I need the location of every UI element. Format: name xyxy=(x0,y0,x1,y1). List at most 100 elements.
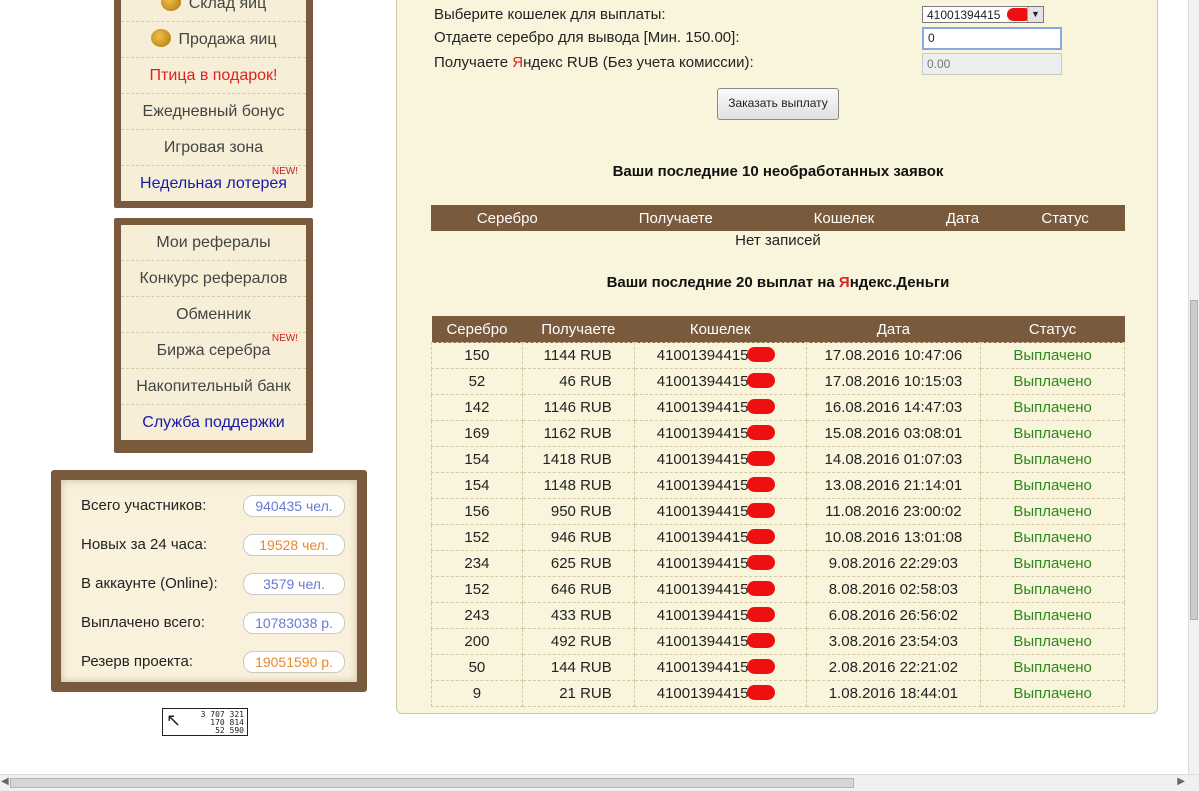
date-cell: 8.08.2016 02:58:03 xyxy=(805,576,982,603)
main-menu: Склад яиц Продажа яиц Птица в подарок! Ежед… xyxy=(114,0,313,208)
column-header: Получаете xyxy=(583,205,769,231)
menu-item[interactable]: Биржа серебра NEW! xyxy=(121,333,306,369)
menu-item-label: Обменник xyxy=(176,306,251,323)
yandex-letter: Я xyxy=(512,54,524,71)
rub-cell: 144 RUB xyxy=(521,654,635,681)
wallet-cell: 41001394415 xyxy=(633,394,807,421)
visitor-counter[interactable]: ↖ 3 707 321 170 814 52 590 xyxy=(162,708,248,736)
menu-item[interactable]: Ежедневный бонус xyxy=(121,94,306,130)
stat-label: Всего участников: xyxy=(81,497,207,514)
silver-cell: 9 xyxy=(431,680,523,707)
column-header: Статус xyxy=(1005,205,1125,231)
date-cell: 2.08.2016 22:21:02 xyxy=(805,654,982,681)
table-row: 154 1418 RUB 41001394415 14.08.2016 01:07:0… xyxy=(431,446,1125,473)
payouts-table: Серебро Получаете Кошелек Дата Статус 150 114… xyxy=(431,316,1125,707)
date-cell: 6.08.2016 26:56:02 xyxy=(805,602,982,629)
table-row: 200 492 RUB 41001394415 3.08.2016 23:54:03 В… xyxy=(431,628,1125,655)
redaction-mark xyxy=(746,685,775,700)
receive-amount-field: 0.00 xyxy=(922,53,1062,75)
horizontal-scroll-thumb[interactable] xyxy=(10,778,854,788)
column-header: Серебро xyxy=(431,316,523,343)
scroll-left-icon[interactable]: ◀ xyxy=(1,776,9,787)
redaction-mark xyxy=(746,503,775,518)
menu-item[interactable]: Птица в подарок! xyxy=(121,58,306,94)
menu-item-label: Игровая зона xyxy=(163,139,264,156)
stat-label: Новых за 24 часа: xyxy=(81,536,207,553)
wallet-number: 41001394415 xyxy=(656,399,749,416)
coins-icon xyxy=(150,29,171,47)
menu-item[interactable]: Накопительный банк xyxy=(121,369,306,405)
status-cell: Выплачено xyxy=(980,420,1125,447)
rub-cell: 492 RUB xyxy=(521,628,635,655)
redaction-mark xyxy=(746,633,775,648)
status-cell: Выплачено xyxy=(980,576,1125,603)
counter-values: 3 707 321 170 814 52 590 xyxy=(201,711,244,735)
redaction-mark xyxy=(746,425,775,440)
rub-cell: 1146 RUB xyxy=(521,394,635,421)
column-header: Серебро xyxy=(431,205,584,231)
basket-icon xyxy=(160,0,181,11)
silver-cell: 150 xyxy=(431,342,523,369)
stat-row: Резерв проекта: 19051590 р. xyxy=(81,642,345,681)
vertical-scroll-thumb[interactable] xyxy=(1190,300,1198,620)
menu-item[interactable]: Недельная лотерея NEW! xyxy=(121,166,306,201)
menu-item[interactable]: Склад яиц xyxy=(121,0,306,22)
referral-menu-list: Мои рефералы Конкурс рефералов Обменник Бир… xyxy=(121,225,306,440)
vertical-scrollbar[interactable] xyxy=(1188,0,1199,775)
silver-label: Отдаете серебро для вывода [Мин. 150.00]… xyxy=(434,29,740,46)
table-row: 152 946 RUB 41001394415 10.08.2016 13:01:08… xyxy=(431,524,1125,551)
wallet-select[interactable]: 41001394415 ▼ xyxy=(922,6,1044,23)
horizontal-scrollbar[interactable]: ◀ ▶ xyxy=(0,774,1199,791)
column-header: Кошелек xyxy=(768,205,920,231)
column-header: Статус xyxy=(980,316,1125,343)
wallet-cell: 41001394415 xyxy=(633,602,807,629)
status-cell: Выплачено xyxy=(980,498,1125,525)
referral-menu: Мои рефералы Конкурс рефералов Обменник Бир… xyxy=(114,218,313,453)
table-row: 243 433 RUB 41001394415 6.08.2016 26:56:02 В… xyxy=(431,602,1125,629)
date-cell: 3.08.2016 23:54:03 xyxy=(805,628,982,655)
date-cell: 11.08.2016 23:00:02 xyxy=(805,498,982,525)
rub-cell: 1144 RUB xyxy=(521,342,635,369)
menu-item[interactable]: Игровая зона xyxy=(121,130,306,166)
date-cell: 10.08.2016 13:01:08 xyxy=(805,524,982,551)
wallet-number: 41001394415 xyxy=(656,451,749,468)
rub-cell: 433 RUB xyxy=(521,602,635,629)
stat-value: 19051590 р. xyxy=(243,650,345,673)
redaction-mark xyxy=(746,529,775,544)
menu-item[interactable]: Мои рефералы xyxy=(121,225,306,261)
redaction-mark xyxy=(746,607,775,622)
status-cell: Выплачено xyxy=(980,628,1125,655)
pending-empty: Нет записей xyxy=(735,232,821,249)
receive-label: Получаете Яндекс RUB (Без учета комиссии… xyxy=(434,54,754,71)
chevron-down-icon[interactable]: ▼ xyxy=(1027,7,1043,22)
silver-cell: 152 xyxy=(431,576,523,603)
menu-item-label: Служба поддержки xyxy=(142,414,285,431)
menu-item[interactable]: Конкурс рефералов xyxy=(121,261,306,297)
redaction-mark xyxy=(746,555,775,570)
wallet-cell: 41001394415 xyxy=(633,342,807,369)
pending-table: Серебро Получаете Кошелек Дата Статус xyxy=(431,205,1125,231)
scroll-right-icon[interactable]: ▶ xyxy=(1177,776,1185,787)
menu-item[interactable]: Обменник xyxy=(121,297,306,333)
wallet-number: 41001394415 xyxy=(656,633,749,650)
redaction-mark xyxy=(746,659,775,674)
menu-item-label: Биржа серебра xyxy=(156,342,271,359)
menu-item-label: Продажа яиц xyxy=(178,31,277,48)
new-badge: NEW! xyxy=(271,166,298,177)
table-row: 9 21 RUB 41001394415 1.08.2016 18:44:01 Выпл… xyxy=(431,680,1125,707)
redaction-mark xyxy=(746,451,775,466)
wallet-select-value: 41001394415 xyxy=(927,8,1001,22)
status-cell: Выплачено xyxy=(980,394,1125,421)
menu-item-label: Мои рефералы xyxy=(156,234,271,251)
date-cell: 17.08.2016 10:15:03 xyxy=(805,368,982,395)
order-payout-button[interactable]: Заказать выплату xyxy=(717,88,839,120)
rub-cell: 21 RUB xyxy=(521,680,635,707)
menu-item[interactable]: Служба поддержки xyxy=(121,405,306,440)
silver-amount-input[interactable]: 0 xyxy=(922,27,1062,50)
payouts-title-pre: Ваши последние 20 выплат на xyxy=(606,274,839,291)
table-row: 154 1148 RUB 41001394415 13.08.2016 21:14:0… xyxy=(431,472,1125,499)
payouts-title: Ваши последние 20 выплат на Яндекс.Деньг… xyxy=(397,274,1159,291)
menu-item[interactable]: Продажа яиц xyxy=(121,22,306,58)
redaction-mark xyxy=(746,477,775,492)
wallet-cell: 41001394415 xyxy=(633,628,807,655)
